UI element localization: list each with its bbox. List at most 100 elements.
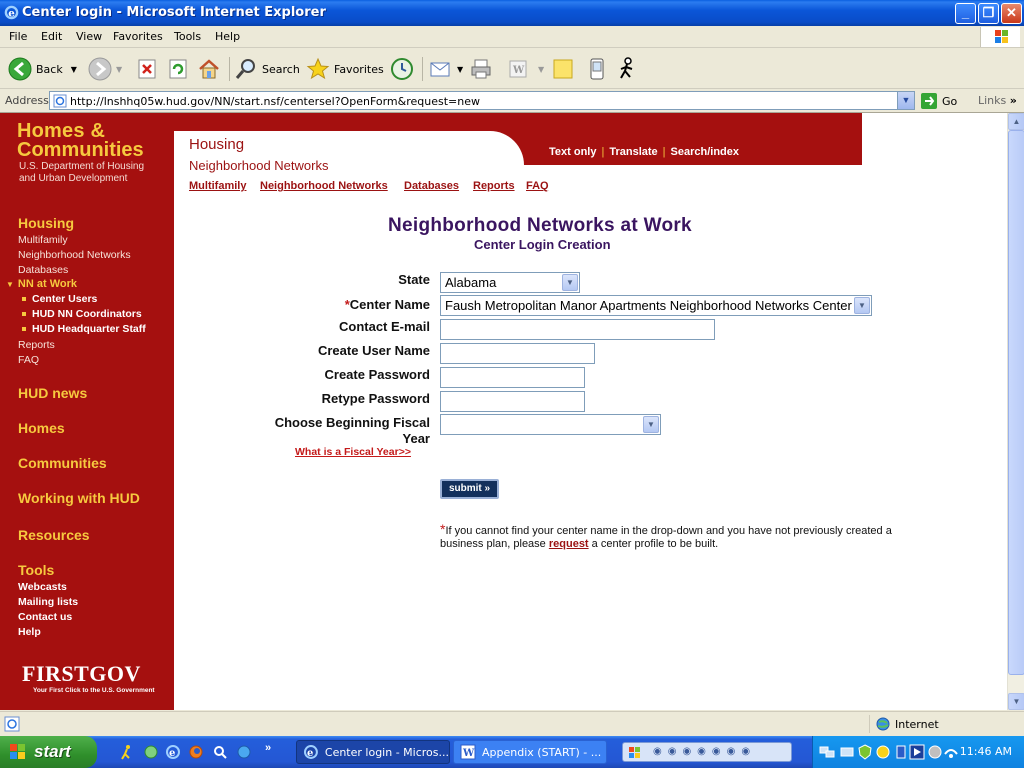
scroll-thumb[interactable]	[1008, 130, 1024, 675]
aim-button[interactable]	[615, 56, 643, 82]
search-button[interactable]: Search	[234, 56, 300, 82]
menu-edit[interactable]: Edit	[41, 30, 62, 43]
scroll-down-icon[interactable]: ▼	[1008, 693, 1024, 710]
fiscal-year-select[interactable]: ▼	[440, 414, 661, 435]
menu-favorites[interactable]: Favorites	[113, 30, 163, 43]
go-button[interactable]: Go	[920, 92, 957, 110]
nav-multifamily[interactable]: Multifamily	[18, 234, 68, 246]
contact-email-input[interactable]	[440, 319, 715, 340]
outlook-quicklaunch-icon[interactable]	[236, 744, 252, 760]
stop-button[interactable]	[135, 56, 163, 82]
user-name-input[interactable]	[440, 343, 595, 364]
mail-button[interactable]: ▼	[429, 56, 463, 82]
home-button[interactable]	[197, 56, 225, 82]
nav-communities[interactable]: Communities	[18, 455, 107, 471]
nav-homes[interactable]: Homes	[18, 420, 65, 436]
submit-button[interactable]: submit »	[440, 479, 499, 499]
minimize-button[interactable]: _	[955, 3, 976, 24]
subnav-reports[interactable]: Reports	[473, 180, 515, 192]
mail-dropdown-icon[interactable]: ▼	[457, 65, 463, 74]
nav-databases[interactable]: Databases	[18, 264, 68, 276]
network-icon-2[interactable]	[839, 744, 855, 760]
aim-quicklaunch-icon[interactable]	[119, 744, 135, 760]
forward-button[interactable]: ▼	[88, 56, 122, 82]
request-link[interactable]: request	[549, 538, 589, 550]
nav-hud-news[interactable]: HUD news	[18, 385, 87, 401]
logo-communities[interactable]: Communities	[17, 139, 144, 162]
search-index-link[interactable]: Search/index	[671, 146, 739, 158]
create-password-input[interactable]	[440, 367, 585, 388]
nav-hud-headquarter-staff[interactable]: HUD Headquarter Staff	[22, 323, 146, 335]
firstgov-logo[interactable]: FIRSTGOV	[22, 661, 141, 687]
back-dropdown-icon[interactable]: ▼	[71, 65, 77, 74]
task-appendix[interactable]: W Appendix (START) - ...	[453, 740, 607, 764]
menu-file[interactable]: File	[9, 30, 27, 43]
svg-text:W: W	[462, 748, 475, 759]
nav-neighborhood-networks[interactable]: Neighborhood Networks	[18, 249, 131, 261]
nav-webcasts[interactable]: Webcasts	[18, 581, 67, 593]
nav-faq[interactable]: FAQ	[18, 354, 39, 366]
scroll-up-icon[interactable]: ▲	[1008, 113, 1024, 130]
menu-tools[interactable]: Tools	[174, 30, 201, 43]
edit-dropdown-icon[interactable]: ▼	[538, 65, 544, 74]
media-quicklaunch-icon[interactable]	[143, 744, 159, 760]
word-task-icon: W	[460, 744, 476, 760]
clock[interactable]: 11:46 AM	[960, 745, 1012, 758]
nav-contact-us[interactable]: Contact us	[18, 611, 72, 623]
menu-view[interactable]: View	[76, 30, 102, 43]
wireless-icon[interactable]	[943, 744, 959, 760]
maximize-button[interactable]: ❐	[978, 3, 999, 24]
text-only-link[interactable]: Text only	[549, 146, 596, 158]
page-title: Neighborhood Networks at Work	[388, 215, 692, 236]
messenger-button[interactable]	[585, 56, 613, 82]
nav-hud-nn-coordinators[interactable]: HUD NN Coordinators	[22, 308, 142, 320]
links-button[interactable]: Links »	[978, 94, 1017, 107]
menu-help[interactable]: Help	[215, 30, 240, 43]
search-quicklaunch-icon[interactable]	[212, 744, 228, 760]
translate-link[interactable]: Translate	[609, 146, 657, 158]
nav-nn-at-work[interactable]: ▼ NN at Work	[6, 278, 77, 290]
firefox-quicklaunch-icon[interactable]	[188, 744, 204, 760]
window-title-bar[interactable]: e Center login - Microsoft Internet Expl…	[0, 0, 1024, 26]
discuss-button[interactable]	[551, 56, 579, 82]
section-title: Housing	[189, 136, 245, 153]
task-center-login[interactable]: e Center login - Micros...	[296, 740, 450, 764]
favorites-button[interactable]: Favorites	[306, 56, 384, 82]
nav-reports[interactable]: Reports	[18, 339, 55, 351]
nav-tools[interactable]: Tools	[18, 562, 54, 578]
nav-help[interactable]: Help	[18, 626, 41, 638]
subnav-multifamily[interactable]: Multifamily	[189, 180, 246, 192]
refresh-button[interactable]	[166, 56, 194, 82]
play-icon[interactable]	[909, 744, 925, 760]
nav-working-with-hud[interactable]: Working with HUD	[18, 490, 140, 506]
subnav-neighborhood-networks[interactable]: Neighborhood Networks	[260, 180, 388, 192]
history-button[interactable]	[390, 56, 418, 82]
back-button[interactable]: Back ▼	[8, 56, 77, 82]
media-player-toolbar[interactable]: ◉◉◉◉◉◉◉	[622, 742, 792, 762]
shield-icon[interactable]	[857, 744, 873, 760]
antivirus-icon[interactable]	[875, 744, 891, 760]
nav-resources[interactable]: Resources	[18, 527, 90, 543]
forward-dropdown-icon[interactable]: ▼	[116, 65, 122, 74]
center-name-select[interactable]: Faush Metropolitan Manor Apartments Neig…	[440, 295, 872, 316]
subnav-databases[interactable]: Databases	[404, 180, 459, 192]
quicklaunch-more-icon[interactable]: »	[265, 742, 271, 754]
close-button[interactable]: ✕	[1001, 3, 1022, 24]
print-button[interactable]	[469, 56, 497, 82]
edit-button[interactable]: W ▼	[506, 56, 544, 82]
address-dropdown-icon[interactable]: ▼	[897, 92, 914, 109]
nav-center-users[interactable]: Center Users	[22, 293, 97, 305]
vertical-scrollbar[interactable]: ▲ ▼	[1007, 113, 1024, 710]
retype-password-input[interactable]	[440, 391, 585, 412]
start-button[interactable]: start	[0, 736, 97, 768]
mail-tray-icon[interactable]	[927, 744, 943, 760]
nav-housing[interactable]: Housing	[18, 215, 74, 231]
network-icon[interactable]	[819, 744, 835, 760]
fiscal-year-help-link[interactable]: What is a Fiscal Year>>	[295, 446, 411, 458]
nav-mailing-lists[interactable]: Mailing lists	[18, 596, 78, 608]
state-select[interactable]: Alabama ▼	[440, 272, 580, 293]
subnav-faq[interactable]: FAQ	[526, 180, 549, 192]
battery-icon[interactable]	[893, 744, 909, 760]
ie-quicklaunch-icon[interactable]: e	[165, 744, 181, 760]
address-input[interactable]: http://lnshhq05w.hud.gov/NN/start.nsf/ce…	[49, 91, 915, 110]
